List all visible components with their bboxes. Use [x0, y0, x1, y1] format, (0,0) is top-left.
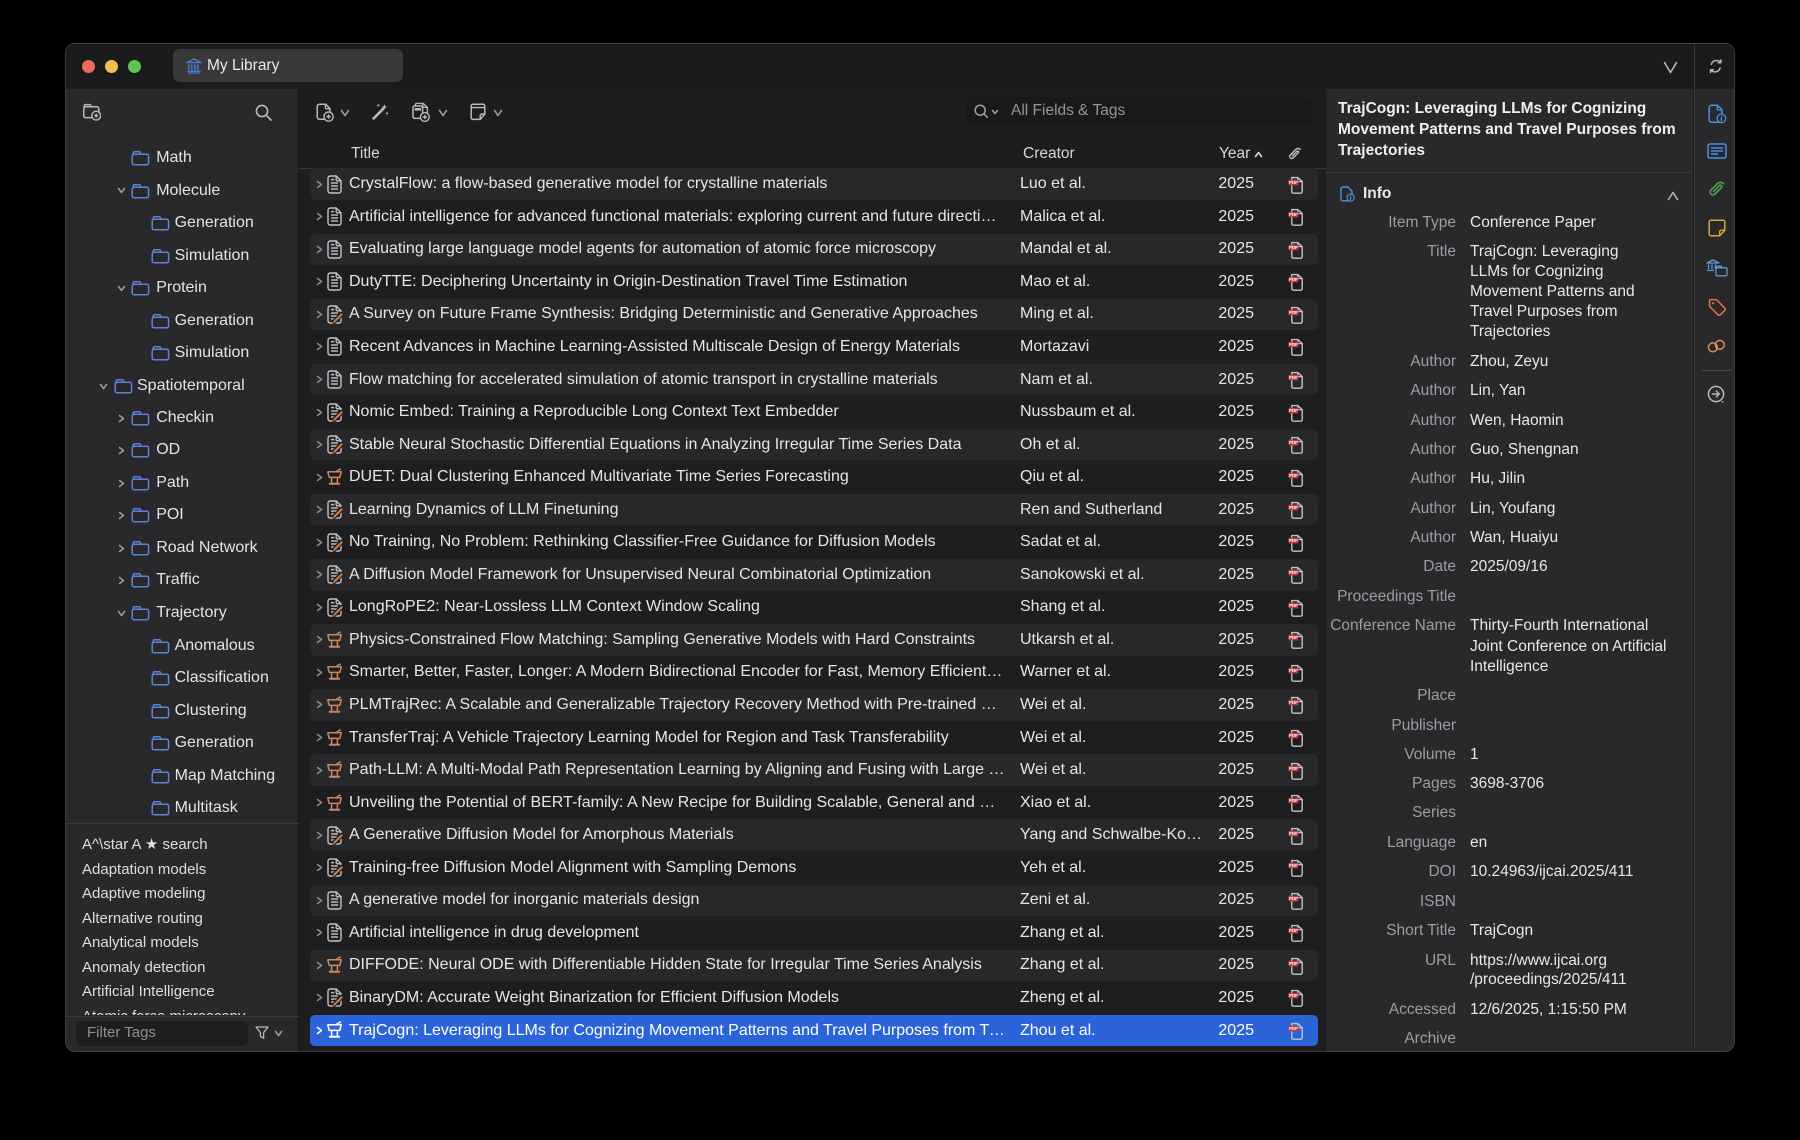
svg-text:PDF: PDF — [1289, 212, 1298, 217]
svg-text:PDF: PDF — [1289, 180, 1298, 185]
svg-text:PDF: PDF — [1289, 343, 1298, 348]
svg-text:PDF: PDF — [1289, 635, 1298, 640]
svg-text:PDF: PDF — [1289, 798, 1298, 803]
svg-text:PDF: PDF — [1289, 277, 1298, 282]
svg-text:PDF: PDF — [1289, 928, 1298, 933]
svg-text:PDF: PDF — [1289, 701, 1298, 706]
svg-text:PDF: PDF — [1289, 440, 1298, 445]
svg-text:PDF: PDF — [1289, 245, 1298, 250]
svg-text:PDF: PDF — [1289, 570, 1298, 575]
svg-text:PDF: PDF — [1289, 408, 1298, 413]
svg-text:PDF: PDF — [1289, 538, 1298, 543]
svg-text:PDF: PDF — [1289, 733, 1298, 738]
svg-text:PDF: PDF — [1289, 310, 1298, 315]
svg-text:PDF: PDF — [1289, 473, 1298, 478]
svg-text:PDF: PDF — [1289, 863, 1298, 868]
svg-text:PDF: PDF — [1289, 961, 1298, 966]
svg-text:PDF: PDF — [1289, 766, 1298, 771]
svg-text:PDF: PDF — [1289, 994, 1298, 999]
svg-text:PDF: PDF — [1289, 603, 1298, 608]
svg-text:PDF: PDF — [1289, 1026, 1298, 1031]
svg-text:PDF: PDF — [1289, 896, 1298, 901]
svg-text:PDF: PDF — [1289, 505, 1298, 510]
svg-text:PDF: PDF — [1289, 668, 1298, 673]
svg-text:PDF: PDF — [1289, 375, 1298, 380]
svg-text:PDF: PDF — [1289, 831, 1298, 836]
